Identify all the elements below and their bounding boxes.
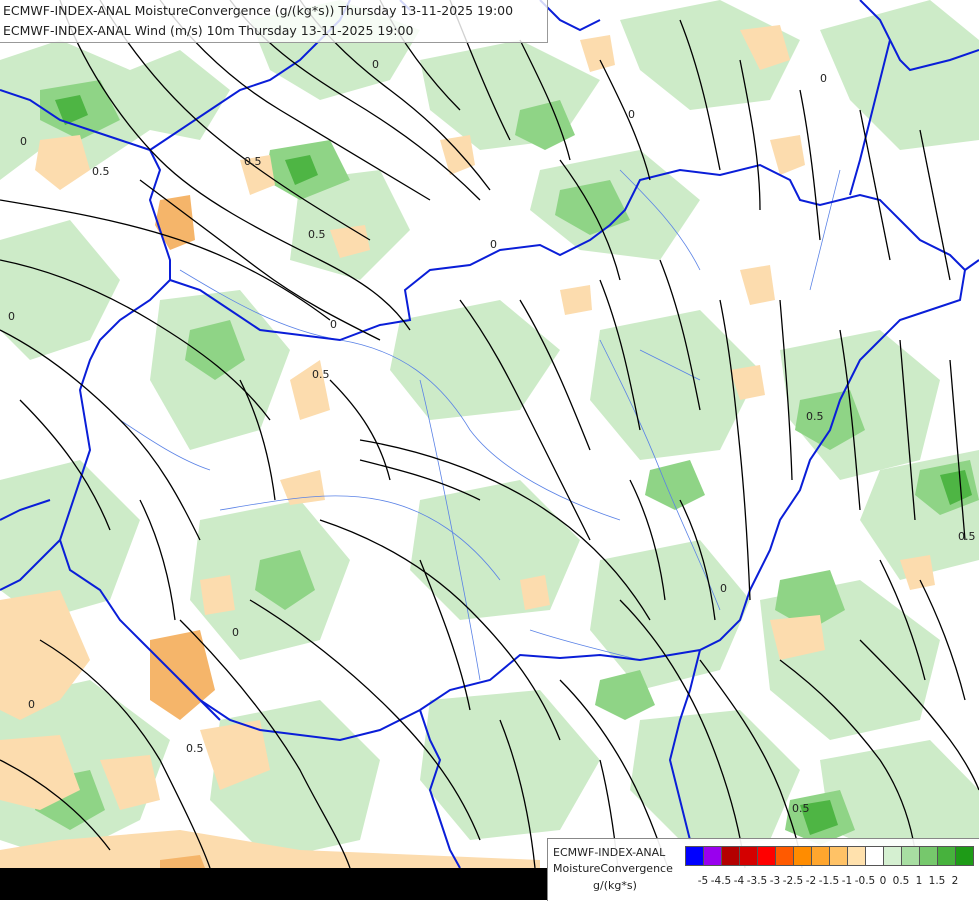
legend-ticks: -5 -4.5 -4 -3.5 -3 -2.5 -2 -1.5 -1 -0.5 0 0.5 1 1.5 2 [685,875,975,889]
contour-label: 0.5 [244,155,262,168]
legend-swatch [721,846,740,866]
legend-swatch [919,846,938,866]
legend-swatch [883,846,902,866]
contour-label: 0.5 [958,530,976,543]
legend-swatch [847,846,866,866]
legend-swatches [685,846,974,866]
legend-swatch [703,846,722,866]
legend-tick-label: -1 [841,875,853,887]
contour-label: 0.5 [308,228,326,241]
legend-tick-label: -1.5 [818,875,840,887]
legend-swatch [865,846,884,866]
legend-tick-label: 0 [879,875,887,887]
legend-swatch [811,846,830,866]
legend-swatch [829,846,848,866]
contour-label: 0 [628,108,635,121]
legend-swatch [739,846,758,866]
contour-label: 0 [490,238,497,251]
contour-label: 0 [232,626,239,639]
legend-swatch [757,846,776,866]
map-bottom-nodata-strip [0,868,547,900]
map-title-box: ECMWF-INDEX-ANAL MoistureConvergence (g/… [0,0,548,43]
legend-tick-label: -4 [733,875,745,887]
legend-tick-label: -2.5 [782,875,804,887]
legend-swatch [775,846,794,866]
contour-label: 0.5 [186,742,204,755]
legend-unit: g/(kg*s) [593,879,637,892]
contour-label: 0.5 [792,802,810,815]
contour-label: 0 [20,135,27,148]
legend-tick-label: -5 [697,875,709,887]
legend-swatch [955,846,974,866]
legend-swatch [937,846,956,866]
contour-label: 0 [28,698,35,711]
legend-tick-label: 1.5 [928,875,946,887]
legend-tick-label: 1 [915,875,923,887]
contour-label: 0 [720,582,727,595]
legend-tick-label: -3.5 [746,875,768,887]
weather-map: 0 0.5 0 0.5 0 0.5 0 0 0.5 0 0.5 0 0 0.5 … [0,0,979,900]
legend-tick-label: 2 [951,875,959,887]
contour-label: 0 [330,318,337,331]
legend-parameter: MoistureConvergence [553,862,673,875]
contour-label: 0 [8,310,15,323]
contour-label: 0.5 [92,165,110,178]
contour-label: 0 [820,72,827,85]
contour-label: 0.5 [312,368,330,381]
legend-tick-label: -4.5 [710,875,732,887]
legend-model: ECMWF-INDEX-ANAL [553,846,666,859]
contour-label: 0.5 [806,410,824,423]
legend-swatch [793,846,812,866]
contour-label: 0 [372,58,379,71]
legend-tick-label: -3 [769,875,781,887]
color-legend: ECMWF-INDEX-ANAL MoistureConvergence g/(… [547,838,979,901]
legend-swatch [901,846,920,866]
legend-tick-label: -2 [805,875,817,887]
legend-tick-label: -0.5 [854,875,876,887]
legend-tick-label: 0.5 [892,875,910,887]
title-wind: ECMWF-INDEX-ANAL Wind (m/s) 10m Thursday… [3,23,414,38]
title-moisture-convergence: ECMWF-INDEX-ANAL MoistureConvergence (g/… [3,3,514,18]
legend-swatch [685,846,704,866]
